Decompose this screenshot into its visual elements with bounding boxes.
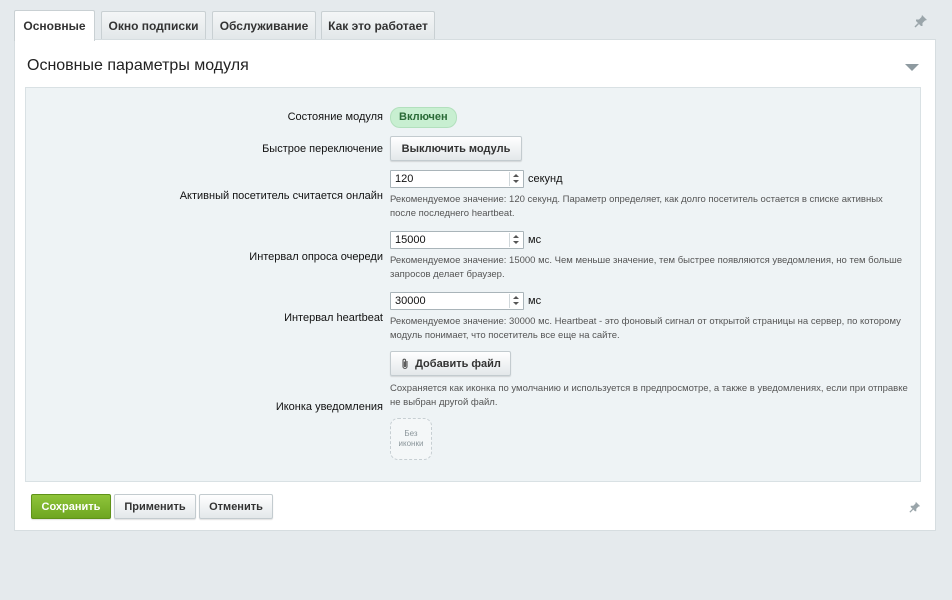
heartbeat-unit: мс: [528, 295, 542, 307]
online-unit: секунд: [528, 173, 563, 185]
spinner-icon[interactable]: [509, 233, 522, 247]
icon-label: Иконка уведомления: [275, 401, 383, 413]
online-hint: Рекомендуемое значение: 120 секунд. Пара…: [390, 194, 883, 219]
heartbeat-interval-input[interactable]: 30000: [390, 292, 524, 310]
toggle-label: Быстрое переключение: [262, 143, 383, 155]
section-title: Основные параметры модуля: [27, 57, 249, 74]
status-badge: Включен: [390, 107, 457, 128]
apply-button[interactable]: Применить: [114, 494, 196, 519]
spinner-icon[interactable]: [509, 172, 522, 186]
save-button[interactable]: Сохранить: [31, 494, 111, 519]
tab-label: Окно подписки: [108, 18, 199, 33]
poll-unit: мс: [528, 234, 542, 246]
input-value: 120: [395, 173, 414, 185]
heartbeat-hint: Рекомендуемое значение: 30000 мс. Heartb…: [390, 316, 901, 341]
tab-how-it-works[interactable]: Как это работает: [321, 11, 435, 39]
icon-hint: Сохраняется как иконка по умолчанию и ис…: [390, 383, 908, 408]
tab-label: Как это работает: [328, 18, 428, 33]
heartbeat-label: Интервал heartbeat: [284, 312, 383, 324]
input-value: 15000: [395, 234, 426, 246]
disable-module-button[interactable]: Выключить модуль: [390, 136, 522, 161]
settings-form: Состояние модуля Включен Быстрое переклю…: [25, 87, 921, 482]
online-seconds-input[interactable]: 120: [390, 170, 524, 188]
placeholder-line: Без: [404, 429, 418, 438]
tab-maintenance[interactable]: Обслуживание: [212, 11, 316, 39]
tab-label: Основные: [23, 19, 86, 33]
poll-interval-input[interactable]: 15000: [390, 231, 524, 249]
online-label: Активный посетитель считается онлайн: [179, 190, 383, 202]
pin-icon[interactable]: [914, 14, 928, 28]
icon-placeholder[interactable]: Без иконки: [390, 418, 432, 460]
settings-panel: Основные параметры модуля Состояние моду…: [14, 39, 936, 531]
cancel-button[interactable]: Отменить: [199, 494, 273, 519]
input-value: 30000: [395, 295, 426, 307]
add-file-button[interactable]: Добавить файл: [390, 351, 511, 376]
tab-subscription-window[interactable]: Окно подписки: [101, 11, 206, 39]
tab-main[interactable]: Основные: [14, 10, 95, 41]
pin-icon[interactable]: [909, 501, 921, 513]
poll-hint: Рекомендуемое значение: 15000 мс. Чем ме…: [390, 255, 903, 280]
spinner-icon[interactable]: [509, 294, 522, 308]
status-label: Состояние модуля: [287, 111, 383, 123]
placeholder-line: иконки: [398, 439, 424, 448]
paperclip-icon: [402, 358, 408, 369]
add-file-label: Добавить файл: [415, 357, 501, 370]
tab-label: Обслуживание: [219, 18, 309, 33]
poll-label: Интервал опроса очереди: [249, 251, 383, 263]
collapse-arrow-icon[interactable]: [905, 64, 919, 71]
